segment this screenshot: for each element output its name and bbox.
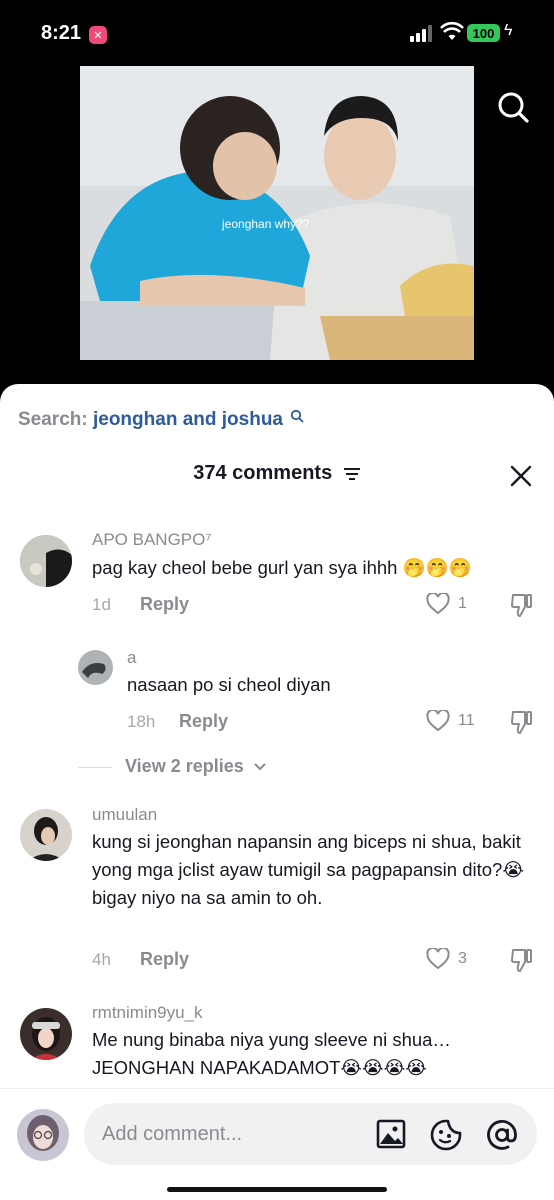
reply-button[interactable]: Reply bbox=[179, 711, 228, 732]
my-avatar[interactable] bbox=[17, 1109, 69, 1161]
comments-header: 374 comments bbox=[0, 462, 554, 485]
dislike-icon[interactable] bbox=[510, 709, 534, 735]
comment-username[interactable]: a bbox=[127, 648, 136, 668]
video-caption: jeonghan why?? bbox=[221, 217, 310, 231]
dislike-icon[interactable] bbox=[510, 592, 534, 618]
battery-icon: 100 bbox=[467, 24, 500, 42]
avatar[interactable] bbox=[20, 1008, 72, 1060]
home-indicator bbox=[167, 1187, 387, 1192]
comment-text: Me nung binaba niya yung sleeve ni shua…… bbox=[92, 1029, 451, 1078]
comments-sheet: Search: jeonghan and joshua 374 comments… bbox=[0, 384, 554, 1200]
heart-icon bbox=[426, 948, 450, 970]
sticker-icon[interactable] bbox=[430, 1119, 462, 1151]
heart-icon bbox=[426, 710, 450, 732]
divider bbox=[78, 767, 112, 768]
comment-text: pag kay cheol bebe gurl yan sya ihhh 🤭🤭🤭 bbox=[92, 557, 472, 578]
chevron-down-icon bbox=[254, 763, 266, 771]
status-time: 8:21 bbox=[41, 22, 82, 44]
reply-button[interactable]: Reply bbox=[140, 949, 189, 970]
video-player[interactable]: jeonghan why?? bbox=[80, 66, 474, 360]
reply-button[interactable]: Reply bbox=[140, 594, 189, 615]
image-icon[interactable] bbox=[376, 1119, 406, 1149]
view-replies-label: View 2 replies bbox=[125, 756, 244, 776]
comment-input[interactable] bbox=[102, 1119, 362, 1149]
search-label: Search: bbox=[18, 409, 88, 430]
like-button[interactable]: 11 bbox=[426, 710, 475, 732]
close-icon[interactable] bbox=[510, 465, 532, 487]
comment-input-container[interactable] bbox=[84, 1103, 537, 1165]
video-frame: jeonghan why?? bbox=[80, 66, 474, 360]
avatar[interactable] bbox=[20, 809, 72, 861]
comments-count: 374 comments bbox=[193, 462, 333, 484]
avatar[interactable] bbox=[20, 535, 72, 587]
like-count: 11 bbox=[458, 712, 475, 729]
search-suggestion[interactable]: Search: jeonghan and joshua bbox=[18, 409, 304, 431]
status-bar: 8:21 ✕ 100 ϟ bbox=[0, 0, 554, 66]
like-count: 1 bbox=[458, 595, 467, 612]
dislike-icon[interactable] bbox=[510, 947, 534, 973]
wifi-icon bbox=[440, 22, 464, 40]
comment-text: kung si jeonghan napansin ang biceps ni … bbox=[92, 831, 524, 908]
recording-indicator-icon: ✕ bbox=[89, 26, 107, 44]
search-icon[interactable] bbox=[496, 90, 530, 124]
comment-time: 1d bbox=[92, 595, 111, 614]
comment-text: nasaan po si cheol diyan bbox=[127, 674, 331, 695]
comment-username[interactable]: umuulan bbox=[92, 805, 157, 825]
cellular-signal-icon bbox=[410, 24, 432, 42]
heart-icon bbox=[426, 593, 450, 615]
mention-icon[interactable] bbox=[486, 1119, 518, 1151]
comment-input-bar bbox=[0, 1088, 554, 1200]
sort-filter-icon[interactable] bbox=[343, 467, 361, 481]
comment-time: 18h bbox=[127, 712, 156, 731]
search-query-link[interactable]: jeonghan and joshua bbox=[93, 409, 283, 430]
avatar[interactable] bbox=[78, 650, 113, 685]
comment-time: 4h bbox=[92, 950, 111, 969]
like-count: 3 bbox=[458, 950, 467, 967]
search-small-icon bbox=[291, 409, 304, 423]
like-button[interactable]: 3 bbox=[426, 948, 467, 970]
like-button[interactable]: 1 bbox=[426, 593, 467, 615]
comment-username[interactable]: rmtnimin9yu_k bbox=[92, 1003, 203, 1023]
view-replies-button[interactable]: View 2 replies bbox=[125, 756, 267, 777]
charging-icon: ϟ bbox=[504, 22, 513, 39]
comment-username[interactable]: APO BANGPO⁷ bbox=[92, 530, 212, 550]
